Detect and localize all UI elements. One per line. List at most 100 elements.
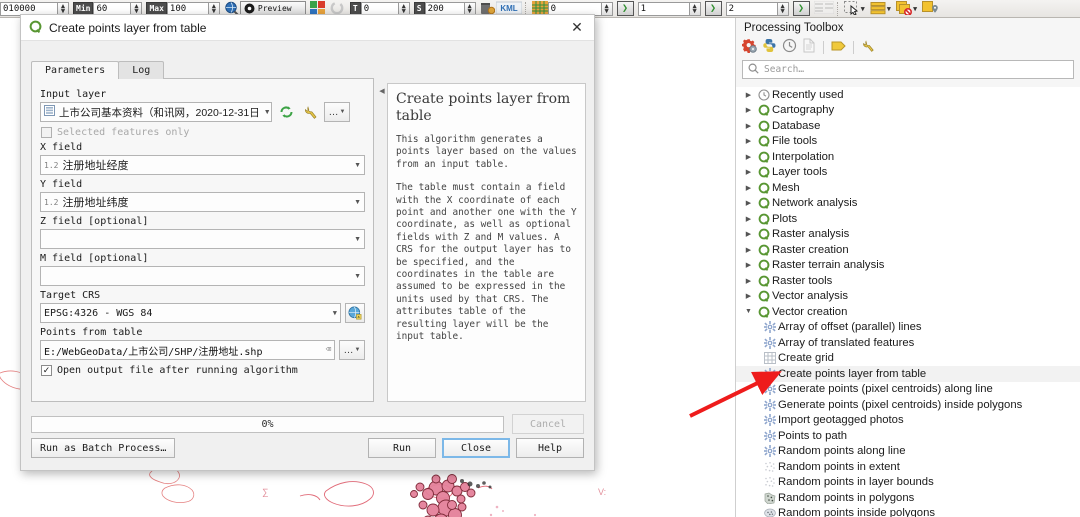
chevron-down-icon[interactable]: ▼ [260, 109, 271, 116]
crs-globe-icon[interactable] [345, 303, 365, 323]
chevron-down-icon[interactable]: ▼ [350, 199, 361, 206]
algorithm-item[interactable]: Array of translated features [736, 335, 1080, 351]
algorithm-item[interactable]: Generate points (pixel centroids) along … [736, 382, 1080, 398]
y-field-combo[interactable]: 1.2 注册地址纬度 ▼ [40, 192, 365, 212]
chevron-right-icon[interactable]: ▶ [742, 261, 755, 269]
cancel-button[interactable]: Cancel [512, 414, 584, 434]
chevron-right-icon[interactable]: ▶ [742, 292, 755, 300]
algorithm-group[interactable]: ▶ Layer tools [736, 165, 1080, 181]
select-cursor-icon[interactable] [843, 1, 860, 16]
algorithm-tree[interactable]: ▶ Recently used ▶ Cartography ▶ Database ▶ File… [736, 87, 1080, 517]
chevron-right-icon[interactable]: ▶ [742, 137, 755, 145]
python-console-icon[interactable] [762, 38, 777, 56]
wrench-icon[interactable] [300, 102, 320, 122]
algorithm-group[interactable]: ▶ Plots [736, 211, 1080, 227]
algorithm-item[interactable]: Random points along line [736, 444, 1080, 460]
algorithm-group[interactable]: ▶ Network analysis [736, 196, 1080, 212]
page-spinner[interactable]: ▲ ▼ [689, 1, 701, 16]
chevron-down-icon[interactable]: ▼ [742, 308, 755, 315]
chevron-down-icon[interactable]: ▼ [350, 236, 361, 243]
chevron-right-icon[interactable]: ▶ [742, 168, 755, 176]
output-path-input[interactable]: E:/WebGeoData/上市公司/SHP/注册地址.shp ⌫ [40, 340, 335, 360]
algorithm-item[interactable]: Points to path [736, 428, 1080, 444]
chevron-down-icon[interactable]: ▼ [350, 162, 361, 169]
tab-parameters[interactable]: Parameters [31, 61, 120, 79]
algorithm-group[interactable]: ▶ Mesh [736, 180, 1080, 196]
algorithm-item[interactable]: Random points in layer bounds [736, 475, 1080, 491]
algorithm-group[interactable]: ▶ Database [736, 118, 1080, 134]
tab-log[interactable]: Log [118, 61, 165, 79]
x-field-combo[interactable]: 1.2 注册地址经度 ▼ [40, 155, 365, 175]
algorithm-item[interactable]: Create grid [736, 351, 1080, 367]
edit-model-icon[interactable] [831, 39, 846, 56]
chevron-right-icon[interactable]: ▶ [742, 91, 755, 99]
progress-row: 0% Cancel [31, 414, 584, 434]
chevron-right-icon[interactable]: ▶ [742, 199, 755, 207]
chevron-right-icon[interactable]: ▶ [742, 215, 755, 223]
select-dropdown-arrow[interactable]: ▼ [861, 5, 865, 13]
algorithm-group[interactable]: ▶ Recently used [736, 87, 1080, 103]
copy-dropdown-arrow[interactable]: ▼ [913, 5, 917, 13]
algorithm-group[interactable]: ▶ Interpolation [736, 149, 1080, 165]
dialog-titlebar[interactable]: Create points layer from table ✕ [21, 15, 594, 41]
chevron-right-icon[interactable]: ▶ [742, 230, 755, 238]
close-button[interactable]: Close [442, 438, 510, 458]
options-gear-icon[interactable] [741, 38, 757, 56]
apply-page2-button[interactable]: ❯ [792, 1, 810, 16]
chevron-right-icon[interactable]: ▶ [742, 246, 755, 254]
algorithm-group[interactable]: ▶ Vector analysis [736, 289, 1080, 305]
algorithm-group[interactable]: ▼ Vector creation [736, 304, 1080, 320]
selected-features-only-row[interactable]: Selected features only [41, 127, 365, 138]
page-input[interactable]: 1 [637, 1, 690, 16]
chevron-down-icon[interactable]: ▼ [350, 273, 361, 280]
panel-splitter-handle[interactable]: ◀ [378, 87, 386, 101]
algorithm-item[interactable]: Random points inside polygons [736, 506, 1080, 517]
open-output-checkbox[interactable]: ✓ [41, 365, 52, 376]
algorithm-group[interactable]: ▶ Raster creation [736, 242, 1080, 258]
layer-stack-icon[interactable] [870, 1, 886, 16]
layer-dropdown-arrow[interactable]: ▼ [887, 5, 891, 13]
chevron-right-icon[interactable]: ▶ [742, 184, 755, 192]
copy-disabled-icon[interactable] [896, 1, 913, 17]
apply-page-button[interactable]: ❯ [704, 1, 722, 16]
chevron-right-icon[interactable]: ▶ [742, 122, 755, 130]
algorithm-group[interactable]: ▶ Cartography [736, 103, 1080, 119]
algorithm-item[interactable]: Random points in extent [736, 459, 1080, 475]
algorithm-group[interactable]: ▶ Raster tools [736, 273, 1080, 289]
input-layer-combo[interactable]: 上市公司基本资料（和讯网，2020-12-31日 ▼ [40, 102, 272, 122]
algorithm-item[interactable]: Generate points (pixel centroids) inside… [736, 397, 1080, 413]
target-crs-combo[interactable]: EPSG:4326 - WGS 84 ▼ [40, 303, 341, 323]
page2-spinner[interactable]: ▲ ▼ [777, 1, 789, 16]
marker-pin-icon[interactable] [922, 1, 939, 16]
algorithm-item[interactable]: Array of offset (parallel) lines [736, 320, 1080, 336]
run-button[interactable]: Run [368, 438, 436, 458]
selected-features-only-checkbox[interactable] [41, 127, 52, 138]
chevron-down-icon[interactable]: ▼ [329, 309, 337, 317]
help-button[interactable]: Help [516, 438, 584, 458]
search-input[interactable]: Search… [742, 60, 1074, 79]
z-field-combo[interactable]: ▼ [40, 229, 365, 249]
algorithm-group[interactable]: ▶ Raster terrain analysis [736, 258, 1080, 274]
chevron-right-icon[interactable]: ▶ [742, 277, 755, 285]
algorithm-label: Random points inside polygons [778, 507, 935, 517]
page2-input[interactable]: 2 [725, 1, 778, 16]
input-layer-more-button[interactable]: … ▼ [324, 102, 350, 122]
algorithm-item[interactable]: Import geotagged photos [736, 413, 1080, 429]
m-field-combo[interactable]: ▼ [40, 266, 365, 286]
chevron-right-icon[interactable]: ▶ [742, 106, 755, 114]
algorithm-group[interactable]: ▶ Raster analysis [736, 227, 1080, 243]
close-icon[interactable]: ✕ [566, 17, 588, 39]
chevron-right-icon[interactable]: ▶ [742, 153, 755, 161]
algorithm-item[interactable]: Random points in polygons [736, 490, 1080, 506]
add-script-wrench-icon[interactable] [861, 39, 876, 56]
algorithm-item[interactable]: Create points layer from table [736, 366, 1080, 382]
history-clock-icon[interactable] [782, 38, 797, 56]
clear-icon[interactable]: ⌫ [322, 345, 331, 355]
apply-grid-button[interactable]: ❯ [616, 1, 634, 16]
run-as-batch-process-button[interactable]: Run as Batch Process… [31, 438, 176, 458]
refresh-icon[interactable] [276, 102, 296, 122]
algorithm-group[interactable]: ▶ File tools [736, 134, 1080, 150]
grid-spinner[interactable]: ▲ ▼ [601, 1, 613, 16]
output-browse-button[interactable]: … ▼ [339, 340, 365, 360]
open-output-row[interactable]: ✓ Open output file after running algorit… [41, 365, 365, 376]
